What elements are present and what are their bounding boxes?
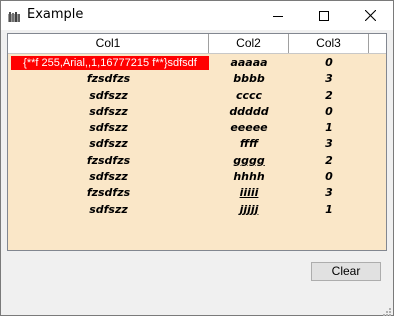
cell-col3[interactable]: 1 — [289, 120, 369, 136]
cell-col3[interactable]: 0 — [289, 169, 369, 185]
resize-grip[interactable] — [381, 303, 391, 316]
list-row[interactable]: sdfszz ddddd 0 — [8, 104, 386, 120]
cell-col1[interactable]: sdfszz — [8, 202, 209, 218]
list-header: Col1 Col2 Col3 — [8, 34, 386, 54]
column-header-col1[interactable]: Col1 — [8, 34, 209, 53]
cell-col2[interactable]: cccc — [209, 88, 289, 104]
list-row[interactable]: sdfszz hhhh 0 — [8, 169, 386, 185]
list-rows: {**f 255,Arial,,1,16777215 f**}sdfsdf aa… — [8, 55, 386, 218]
cell-col2[interactable]: bbbb — [209, 71, 289, 87]
cell-col1[interactable]: fzsdfzs — [8, 185, 209, 201]
cell-col1[interactable]: fzsdfzs — [8, 153, 209, 169]
maximize-button[interactable] — [301, 1, 347, 30]
cell-col1[interactable]: sdfszz — [8, 88, 209, 104]
minimize-button[interactable] — [255, 1, 301, 30]
cell-col1[interactable]: sdfszz — [8, 104, 209, 120]
cell-col1[interactable]: sdfszz — [8, 169, 209, 185]
clear-button[interactable]: Clear — [311, 262, 381, 281]
cell-col2[interactable]: iiiii — [209, 185, 289, 201]
list-row[interactable]: fzsdfzs iiiii 3 — [8, 185, 386, 201]
cell-col2[interactable]: eeeee — [209, 120, 289, 136]
cell-col2[interactable]: ffff — [209, 136, 289, 152]
title-bar[interactable]: Example — [1, 1, 393, 30]
list-row[interactable]: sdfszz ffff 3 — [8, 136, 386, 152]
cell-col3[interactable]: 3 — [289, 71, 369, 87]
list-row[interactable]: {**f 255,Arial,,1,16777215 f**}sdfsdf aa… — [8, 55, 386, 71]
cell-col1[interactable]: sdfszz — [8, 120, 209, 136]
list-view[interactable]: Col1 Col2 Col3 {**f 255,Arial,,1,1677721… — [7, 33, 387, 251]
window-title: Example — [27, 7, 84, 22]
list-row[interactable]: sdfszz cccc 2 — [8, 88, 386, 104]
column-header-col3[interactable]: Col3 — [289, 34, 369, 53]
close-icon — [364, 10, 376, 21]
cell-col2[interactable]: gggg — [209, 153, 289, 169]
cell-col3[interactable]: 3 — [289, 185, 369, 201]
highlighted-cell[interactable]: {**f 255,Arial,,1,16777215 f**}sdfsdf — [11, 56, 209, 70]
cell-col2[interactable]: aaaaa — [209, 55, 289, 71]
list-row[interactable]: fzsdfzs gggg 2 — [8, 153, 386, 169]
app-icon — [7, 9, 21, 22]
cell-col3[interactable]: 0 — [289, 104, 369, 120]
maximize-icon — [319, 10, 329, 21]
column-header-col2[interactable]: Col2 — [209, 34, 289, 53]
close-button[interactable] — [347, 1, 393, 30]
minimize-icon — [273, 15, 283, 17]
list-row[interactable]: sdfszz jjjjj 1 — [8, 202, 386, 218]
column-header-filler — [369, 34, 386, 53]
cell-col2[interactable]: jjjjj — [209, 202, 289, 218]
cell-col1[interactable]: sdfszz — [8, 136, 209, 152]
cell-col3[interactable]: 0 — [289, 55, 369, 71]
cell-col3[interactable]: 2 — [289, 88, 369, 104]
list-row[interactable]: sdfszz eeeee 1 — [8, 120, 386, 136]
cell-col3[interactable]: 1 — [289, 202, 369, 218]
cell-col2[interactable]: ddddd — [209, 104, 289, 120]
cell-col1[interactable]: fzsdfzs — [8, 71, 209, 87]
list-row[interactable]: fzsdfzs bbbb 3 — [8, 71, 386, 87]
app-window: Example Col1 Col2 Col3 {**f 255,Arial,,1… — [0, 0, 394, 316]
cell-col3[interactable]: 2 — [289, 153, 369, 169]
cell-col3[interactable]: 3 — [289, 136, 369, 152]
cell-col2[interactable]: hhhh — [209, 169, 289, 185]
